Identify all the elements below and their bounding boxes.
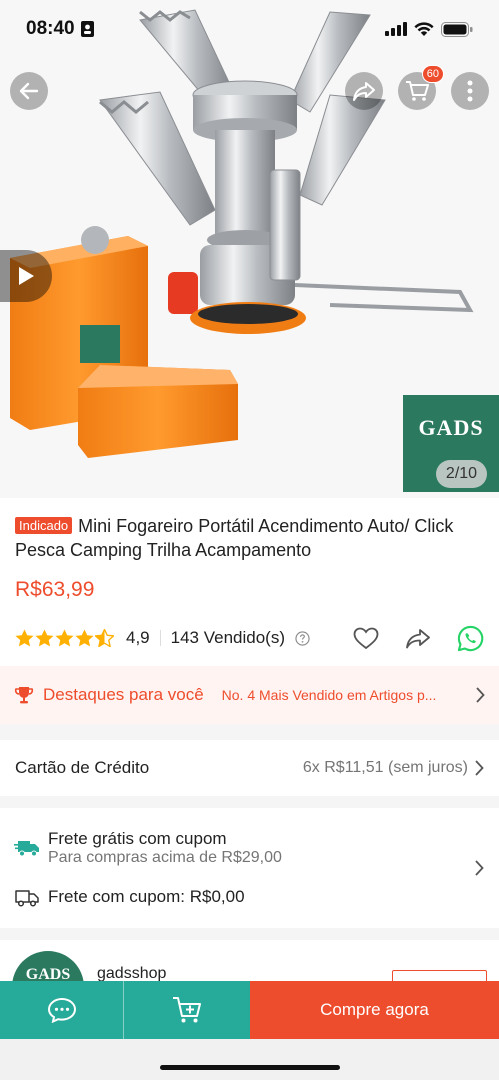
back-arrow-icon <box>19 82 39 100</box>
wifi-icon <box>414 21 434 36</box>
whatsapp-icon[interactable] <box>457 625 484 652</box>
highlights-text: No. 4 Mais Vendido em Artigos p... <box>221 687 437 703</box>
signal-icon <box>385 22 407 36</box>
status-indicators <box>385 21 473 37</box>
play-video-button[interactable] <box>0 250 52 302</box>
chevron-right-icon <box>476 687 485 703</box>
battery-icon <box>441 21 473 37</box>
cart-icon <box>406 81 429 101</box>
divider <box>159 630 161 646</box>
star-rating <box>15 629 114 647</box>
star-icon <box>55 629 74 647</box>
chevron-right-icon <box>475 860 484 876</box>
highlights-banner[interactable]: Destaques para você No. 4 Mais Vendido e… <box>0 666 499 724</box>
rating-row: 4,9 143 Vendido(s) <box>15 625 484 652</box>
back-button[interactable] <box>10 72 48 110</box>
share-icon <box>353 82 375 101</box>
trophy-icon <box>14 687 34 704</box>
more-icon <box>467 80 473 102</box>
home-indicator[interactable] <box>160 1065 340 1070</box>
play-icon <box>19 267 34 285</box>
installments-value: 6x R$11,51 (sem juros) <box>302 759 468 776</box>
chat-button[interactable] <box>0 981 124 1039</box>
star-icon <box>15 629 34 647</box>
share-icon[interactable] <box>405 627 431 649</box>
cart-count-badge: 60 <box>421 65 444 83</box>
product-price: R$63,99 <box>15 578 95 601</box>
chevron-right-icon <box>475 760 484 776</box>
help-icon[interactable] <box>295 630 310 646</box>
id-card-icon <box>80 21 94 37</box>
status-time: 08:40 <box>26 18 94 40</box>
sold-count: 143 Vendido(s) <box>170 628 286 647</box>
product-image-gallery[interactable]: 60 GADS 2/10 <box>0 0 499 498</box>
coupon-shipping-line: Frete com cupom: R$0,00 <box>48 887 245 906</box>
more-options-button[interactable] <box>451 72 489 110</box>
rating-value: 4,9 <box>126 628 150 647</box>
cart-button[interactable]: 60 <box>398 65 444 110</box>
product-title-block: Indicado Mini Fogareiro Portátil Acendime… <box>15 514 484 562</box>
heart-icon[interactable] <box>353 627 379 650</box>
add-to-cart-icon <box>173 997 201 1023</box>
star-half-icon <box>95 629 114 647</box>
product-title: Mini Fogareiro Portátil Acendimento Auto… <box>15 516 454 560</box>
buy-now-button[interactable]: Compre agora <box>250 981 499 1039</box>
product-actions <box>353 625 484 652</box>
payment-label: Cartão de Crédito <box>15 758 150 777</box>
clock: 08:40 <box>26 18 75 39</box>
free-shipping-subtitle: Para compras acima de R$29,00 <box>48 849 282 866</box>
bottom-action-bar: Compre agora <box>0 981 499 1039</box>
image-counter: 2/10 <box>436 460 487 488</box>
product-info: Indicado Mini Fogareiro Portátil Acendime… <box>0 498 499 666</box>
home-indicator-area <box>0 1039 499 1080</box>
shipping-section[interactable]: Frete grátis com cupom Para compras acim… <box>0 808 499 928</box>
share-button[interactable] <box>345 72 383 110</box>
truck-icon <box>15 890 39 907</box>
free-shipping-truck-icon <box>14 841 39 857</box>
recommended-badge: Indicado <box>15 517 73 534</box>
free-shipping-title: Frete grátis com cupom <box>48 829 227 848</box>
add-to-cart-button[interactable] <box>124 981 250 1039</box>
shop-logo-text: GADS <box>418 415 484 440</box>
payment-installments-row[interactable]: Cartão de Crédito 6x R$11,51 (sem juros) <box>0 740 499 796</box>
status-bar: 08:40 <box>0 0 499 58</box>
star-icon <box>75 629 94 647</box>
highlights-title: Destaques para você <box>43 685 204 704</box>
chat-icon <box>47 997 76 1023</box>
star-icon <box>35 629 54 647</box>
